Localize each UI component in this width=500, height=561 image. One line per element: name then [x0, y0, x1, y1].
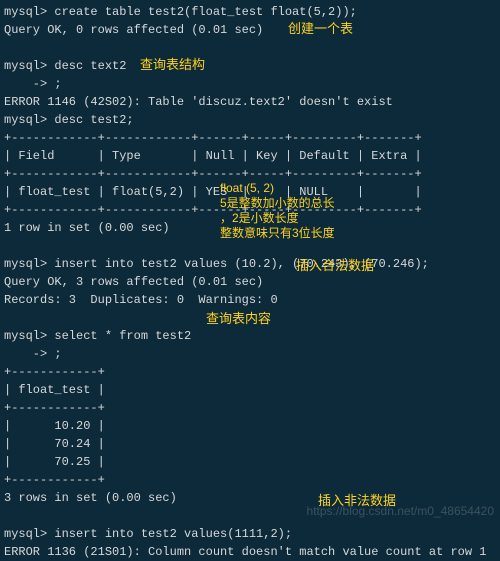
annotation-desc-struct: 查询表结构	[140, 55, 205, 75]
line: | 70.25 |	[4, 455, 105, 469]
line: +------------+	[4, 401, 105, 415]
line: 1 row in set (0.00 sec)	[4, 221, 170, 235]
line: | Field | Type | Null | Key | Default | …	[4, 149, 422, 163]
annotation-float-int: 整数意味只有3位长度	[220, 224, 335, 242]
line: mysql> select * from test2	[4, 329, 191, 343]
annotation-select: 查询表内容	[206, 309, 271, 329]
line: Records: 3 Duplicates: 0 Warnings: 0	[4, 293, 278, 307]
line: +------------+	[4, 473, 105, 487]
line: mysql> desc test2;	[4, 113, 134, 127]
line: +------------+------------+------+-----+…	[4, 167, 422, 181]
line: 3 rows in set (0.00 sec)	[4, 491, 177, 505]
line: ERROR 1146 (42S02): Table 'discuz.text2'…	[4, 95, 393, 109]
line: | float_test |	[4, 383, 105, 397]
line: Query OK, 3 rows affected (0.01 sec)	[4, 275, 263, 289]
line: +------------+------------+------+-----+…	[4, 131, 422, 145]
line: | 70.24 |	[4, 437, 105, 451]
watermark: https://blog.csdn.net/m0_48654420	[307, 502, 494, 520]
line: ERROR 1136 (21S01): Column count doesn't…	[4, 545, 486, 559]
line: mysql> desc text2	[4, 59, 126, 73]
annotation-insert-valid: 插入合法数据	[296, 256, 374, 276]
terminal-output: mysql> create table test2(float_test flo…	[0, 0, 500, 561]
line: -> ;	[4, 347, 62, 361]
line: +------------+------------+------+-----+…	[4, 203, 422, 217]
line: Query OK, 0 rows affected (0.01 sec)	[4, 23, 263, 37]
line: +------------+	[4, 365, 105, 379]
line: | float_test | float(5,2) | YES | | NULL…	[4, 185, 422, 199]
annotation-create-table: 创建一个表	[288, 19, 353, 39]
line: -> ;	[4, 77, 62, 91]
line: | 10.20 |	[4, 419, 105, 433]
line: mysql> create table test2(float_test flo…	[4, 5, 357, 19]
line: mysql> insert into test2 values(1111,2);	[4, 527, 292, 541]
